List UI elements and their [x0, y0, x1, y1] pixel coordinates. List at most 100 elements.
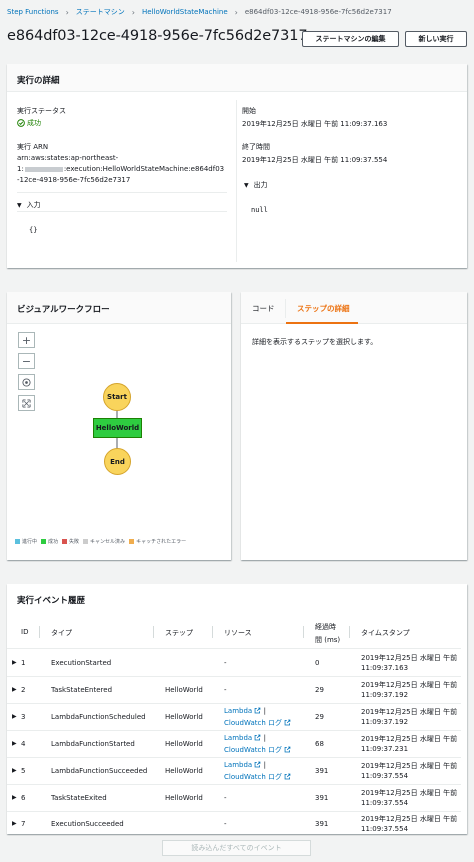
- row-5-id: 5: [21, 767, 26, 775]
- input-toggle[interactable]: ▼ 入力: [17, 200, 41, 210]
- row-6-type: TaskStateExited: [51, 794, 107, 802]
- row-3-id: 3: [21, 713, 26, 721]
- expand-row-icon[interactable]: ▶: [12, 820, 17, 827]
- row-6-resource: -: [224, 794, 227, 802]
- edit-state-machine-button[interactable]: ステートマシンの編集: [302, 31, 399, 47]
- column-header-type[interactable]: タイプ: [51, 628, 72, 638]
- column-header-resource[interactable]: リソース: [224, 628, 252, 638]
- row-7-timestamp: 2019年12月25日 水曜日 午前: [361, 815, 458, 823]
- row-1-id: 1: [21, 659, 26, 667]
- legend-item-failed: 失敗: [62, 538, 79, 545]
- row-4-timestamp-time: 11:09:37.231: [361, 745, 409, 753]
- step-details-panel: コード ステップの詳細 詳細を表示するステップを選択します。: [241, 292, 467, 560]
- legend-item-in-progress: 進行中: [15, 538, 37, 545]
- breadcrumb-state-machine[interactable]: HelloWorldStateMachine: [142, 8, 228, 16]
- arn-label: 実行 ARN: [17, 143, 49, 151]
- row-4-resource: Lambda |: [224, 734, 267, 742]
- row-2-elapsed: 29: [315, 686, 324, 694]
- expand-row-icon[interactable]: ▶: [12, 767, 17, 774]
- load-all-events-button[interactable]: 読み込んだすべてのイベント: [162, 840, 311, 856]
- redacted-account-id: [24, 166, 63, 172]
- column-header-timestamp[interactable]: タイムスタンプ: [361, 628, 410, 638]
- external-link-icon: [284, 773, 291, 780]
- workflow-node-start[interactable]: Start: [103, 383, 131, 411]
- tab-code[interactable]: コード: [252, 303, 275, 314]
- row-7-resource: -: [224, 820, 227, 828]
- row-2-timestamp-time: 11:09:37.192: [361, 691, 409, 699]
- row-2-timestamp: 2019年12月25日 水曜日 午前: [361, 681, 458, 689]
- cloudwatch-logs-link[interactable]: CloudWatch ログ: [224, 746, 282, 754]
- end-label: 終了時間: [242, 143, 270, 151]
- row-3-type: LambdaFunctionScheduled: [51, 713, 146, 721]
- row-1-timestamp: 2019年12月25日 水曜日 午前: [361, 654, 458, 662]
- status-value: 成功: [27, 119, 41, 127]
- row-5-resource: Lambda |: [224, 761, 267, 769]
- row-6-elapsed: 391: [315, 794, 329, 802]
- row-6-timestamp-time: 11:09:37.554: [361, 799, 409, 807]
- column-header-elapsed[interactable]: 経過時 間 (ms): [315, 622, 340, 645]
- arn-line-2: 1: :execution:HelloWorldStateMachine:e86…: [17, 165, 225, 173]
- cloudwatch-logs-link[interactable]: CloudWatch ログ: [224, 719, 282, 727]
- lambda-link[interactable]: Lambda: [224, 707, 252, 715]
- caret-down-icon: ▼: [244, 181, 249, 189]
- breadcrumb-state-machines[interactable]: ステートマシン: [76, 7, 125, 17]
- row-2-step: HelloWorld: [165, 686, 203, 694]
- row-1-type: ExecutionStarted: [51, 659, 112, 667]
- row-4-elapsed: 68: [315, 740, 324, 748]
- new-execution-button[interactable]: 新しい実行: [405, 31, 467, 47]
- expand-row-icon[interactable]: ▶: [12, 659, 17, 666]
- expand-row-icon[interactable]: ▶: [12, 713, 17, 720]
- arn-line-1: arn:aws:states:ap-northeast-: [17, 154, 119, 162]
- chevron-right-icon: ›: [131, 7, 135, 17]
- execution-details-title: 実行の詳細: [17, 76, 60, 86]
- row-7-elapsed: 391: [315, 820, 329, 828]
- breadcrumb-step-functions[interactable]: Step Functions: [7, 8, 59, 16]
- workflow-node-helloworld[interactable]: HelloWorld: [93, 418, 142, 438]
- arn-line-3: -12ce-4918-956e-7fc56d2e7317: [17, 176, 131, 184]
- row-2-id: 2: [21, 686, 26, 694]
- row-7-id: 7: [21, 820, 26, 828]
- status-label: 実行ステータス: [17, 107, 66, 115]
- lambda-link[interactable]: Lambda: [224, 761, 252, 769]
- legend-item-cancelled: キャンセル済み: [83, 538, 125, 545]
- row-2-type: TaskStateEntered: [51, 686, 113, 694]
- row-3-timestamp: 2019年12月25日 水曜日 午前: [361, 708, 458, 716]
- chevron-right-icon: ›: [65, 7, 69, 17]
- start-value: 2019年12月25日 水曜日 午前 11:09:37.163: [242, 120, 388, 128]
- event-history-title: 実行イベント履歴: [17, 596, 86, 606]
- expand-row-icon[interactable]: ▶: [12, 686, 17, 693]
- cloudwatch-logs-link[interactable]: CloudWatch ログ: [224, 773, 282, 781]
- step-details-message: 詳細を表示するステップを選択します。: [252, 338, 378, 346]
- row-5-elapsed: 391: [315, 767, 329, 775]
- row-3-timestamp-time: 11:09:37.192: [361, 718, 409, 726]
- row-1-timestamp-time: 11:09:37.163: [361, 664, 409, 672]
- row-1-elapsed: 0: [315, 659, 320, 667]
- workflow-node-end[interactable]: End: [104, 448, 131, 475]
- expand-row-icon[interactable]: ▶: [12, 794, 17, 801]
- row-5-timestamp-time: 11:09:37.554: [361, 772, 409, 780]
- end-value: 2019年12月25日 水曜日 午前 11:09:37.554: [242, 156, 388, 164]
- row-4-id: 4: [21, 740, 26, 748]
- row-6-step: HelloWorld: [165, 794, 203, 802]
- row-7-timestamp-time: 11:09:37.554: [361, 825, 409, 833]
- execution-details-panel: 実行の詳細 実行ステータス 成功 実行 ARN arn:aws:states:a…: [7, 64, 467, 268]
- breadcrumb: Step Functions › ステートマシン › HelloWorldSta…: [7, 7, 392, 17]
- row-5-timestamp: 2019年12月25日 水曜日 午前: [361, 762, 458, 770]
- row-1-resource: -: [224, 659, 227, 667]
- external-link-icon: [284, 719, 291, 726]
- row-7-type: ExecutionSucceeded: [51, 820, 124, 828]
- column-header-step[interactable]: ステップ: [165, 628, 193, 638]
- tab-step-details[interactable]: ステップの詳細: [297, 303, 350, 314]
- lambda-link[interactable]: Lambda: [224, 734, 252, 742]
- row-6-timestamp: 2019年12月25日 水曜日 午前: [361, 789, 458, 797]
- row-5-type: LambdaFunctionSucceeded: [51, 767, 148, 775]
- check-circle-icon: [17, 119, 25, 127]
- expand-row-icon[interactable]: ▶: [12, 740, 17, 747]
- row-3-step: HelloWorld: [165, 713, 203, 721]
- output-value: null: [251, 206, 268, 214]
- column-header-id[interactable]: ID: [21, 628, 28, 636]
- output-toggle[interactable]: ▼ 出力: [244, 180, 268, 190]
- chevron-right-icon: ›: [234, 7, 238, 17]
- visual-workflow-panel: ビジュアルワークフロー + − Start HelloWorld End 進行中…: [7, 292, 231, 560]
- legend-item-caught-error: キャッチされたエラー: [129, 538, 186, 545]
